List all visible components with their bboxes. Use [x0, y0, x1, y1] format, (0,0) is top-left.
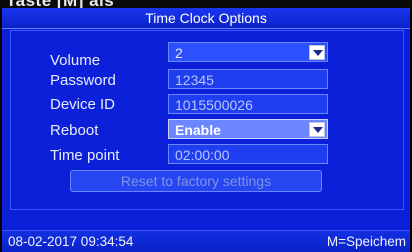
- reboot-select[interactable]: Enable: [168, 119, 328, 139]
- device-id-field[interactable]: 1015500026: [168, 94, 328, 114]
- window-title: Time Clock Options: [2, 8, 410, 29]
- password-label: Password: [50, 72, 116, 89]
- status-hint: M=Speichem: [326, 234, 406, 249]
- reset-factory-button[interactable]: Reset to factory settings: [70, 170, 322, 192]
- volume-select[interactable]: 2: [168, 42, 328, 62]
- status-bar: 08-02-2017 09:34:54 M=Speichem: [2, 230, 410, 252]
- reboot-value: Enable: [175, 122, 221, 138]
- reboot-label: Reboot: [50, 122, 99, 139]
- status-datetime: 08-02-2017 09:34:54: [8, 234, 134, 249]
- chevron-down-icon[interactable]: [309, 122, 325, 137]
- password-field[interactable]: 12345: [168, 69, 328, 89]
- chevron-down-icon[interactable]: [309, 45, 325, 60]
- device-screen: Time Clock Options Volume 2 Password 123…: [2, 8, 410, 252]
- volume-value: 2: [175, 45, 183, 61]
- time-point-field[interactable]: 02:00:00: [168, 144, 328, 164]
- volume-label: Volume: [50, 52, 101, 69]
- device-id-label: Device ID: [50, 96, 116, 113]
- time-point-label: Time point: [50, 147, 120, 164]
